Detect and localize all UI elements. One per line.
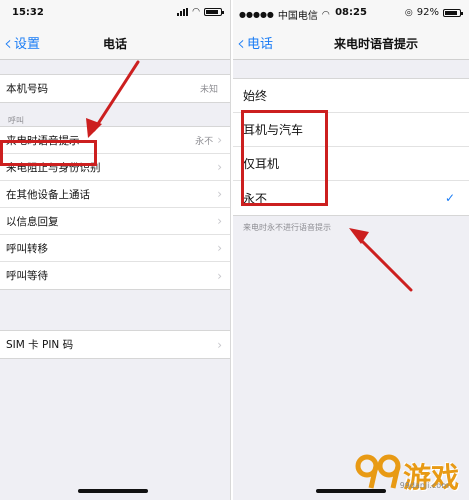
cell-label: 在其他设备上通话 xyxy=(6,188,90,201)
cell-label: 呼叫转移 xyxy=(6,242,48,255)
cell-call-waiting[interactable]: 呼叫等待 › xyxy=(0,262,230,289)
status-icons: ◠ xyxy=(177,7,224,17)
back-label: 设置 xyxy=(14,37,41,52)
option-never[interactable]: 永不 ✓ xyxy=(233,181,469,215)
nav-bar: ‹ 设置 电话 xyxy=(0,26,230,60)
home-indicator xyxy=(78,489,148,493)
cell-value: 永不 xyxy=(195,136,214,147)
option-label: 始终 xyxy=(243,89,268,103)
option-headphones-car[interactable]: 耳机与汽车 xyxy=(233,113,469,147)
chevron-left-icon: ‹ xyxy=(4,30,12,55)
nav-bar: ‹ 电话 来电时语音提示 xyxy=(233,26,469,60)
option-label: 仅耳机 xyxy=(243,157,280,171)
screenshot-frame: 15:32 ◠ ‹ 设置 电话 本机号码 未知 呼叫 来电时语音提示 永不 › … xyxy=(0,0,469,500)
cell-label: SIM 卡 PIN 码 xyxy=(6,339,74,351)
my-number-label: 本机号码 xyxy=(6,83,48,95)
chevron-right-icon: › xyxy=(217,214,222,228)
signal-icon xyxy=(177,8,189,16)
cell-call-forwarding[interactable]: 呼叫转移 › xyxy=(0,235,230,262)
watermark-logo-icon xyxy=(353,450,403,492)
section-header-calls: 呼叫 xyxy=(8,116,24,125)
status-bar: 15:32 ◠ xyxy=(0,0,230,26)
option-headphones-only[interactable]: 仅耳机 xyxy=(233,147,469,181)
back-button[interactable]: ‹ 电话 xyxy=(237,30,274,55)
rotation-lock-icon: ◎ xyxy=(404,7,413,18)
status-icons: ◎ 92% xyxy=(404,7,463,18)
cell-announce-calls[interactable]: 来电时语音提示 永不 › xyxy=(0,127,230,154)
chevron-right-icon: › xyxy=(217,337,222,352)
back-button[interactable]: ‹ 设置 xyxy=(4,30,41,55)
my-number-value: 未知 xyxy=(199,85,218,95)
option-label: 耳机与汽车 xyxy=(243,123,304,137)
checkmark-icon: ✓ xyxy=(444,191,455,205)
my-number-group: 本机号码 未知 xyxy=(0,74,230,103)
options-group: 始终 耳机与汽车 仅耳机 永不 ✓ xyxy=(233,78,469,216)
cell-respond-with-text[interactable]: 以信息回复 › xyxy=(0,208,230,235)
my-number-row[interactable]: 本机号码 未知 xyxy=(0,75,230,102)
option-always[interactable]: 始终 xyxy=(233,79,469,113)
page-title: 来电时语音提示 xyxy=(333,37,418,51)
cell-call-blocking[interactable]: 来电阻止与身份识别 › xyxy=(0,154,230,181)
phone-settings: 15:32 ◠ ‹ 设置 电话 本机号码 未知 呼叫 来电时语音提示 永不 › … xyxy=(0,0,231,500)
watermark-url: 99danji.com xyxy=(399,481,449,490)
battery-icon xyxy=(443,8,463,17)
phone-announce-calls: ●●●●● 中国电信 ◠ 08:25 ◎ 92% ‹ 电话 来电时语音提示 始终 xyxy=(233,0,469,500)
footnote: 来电时永不进行语音提示 xyxy=(243,223,331,232)
chevron-left-icon: ‹ xyxy=(237,30,245,55)
battery-percent: 92% xyxy=(416,7,439,18)
chevron-right-icon: › xyxy=(217,241,222,255)
calls-group: 来电时语音提示 永不 › 来电阻止与身份识别 › 在其他设备上通话 › 以信息回… xyxy=(0,126,230,290)
chevron-right-icon: › xyxy=(217,187,222,201)
chevron-right-icon: › xyxy=(217,268,222,283)
wifi-icon: ◠ xyxy=(192,7,200,17)
status-bar: ●●●●● 中国电信 ◠ 08:25 ◎ 92% xyxy=(233,0,469,26)
cell-label: 以信息回复 xyxy=(6,215,59,228)
cell-label: 来电阻止与身份识别 xyxy=(6,161,101,174)
option-label: 永不 xyxy=(243,191,268,206)
cell-calls-other-devices[interactable]: 在其他设备上通话 › xyxy=(0,181,230,208)
cell-label: 呼叫等待 xyxy=(6,270,48,282)
battery-icon xyxy=(204,8,224,16)
cell-sim-pin[interactable]: SIM 卡 PIN 码 › xyxy=(0,331,230,358)
chevron-right-icon: › xyxy=(217,133,222,147)
sim-group: SIM 卡 PIN 码 › xyxy=(0,330,230,359)
back-label: 电话 xyxy=(247,37,274,52)
chevron-right-icon: › xyxy=(217,160,222,174)
watermark: 游戏 99danji.com xyxy=(353,450,459,492)
cell-label: 来电时语音提示 xyxy=(6,134,80,147)
status-time: 15:32 xyxy=(12,7,44,18)
